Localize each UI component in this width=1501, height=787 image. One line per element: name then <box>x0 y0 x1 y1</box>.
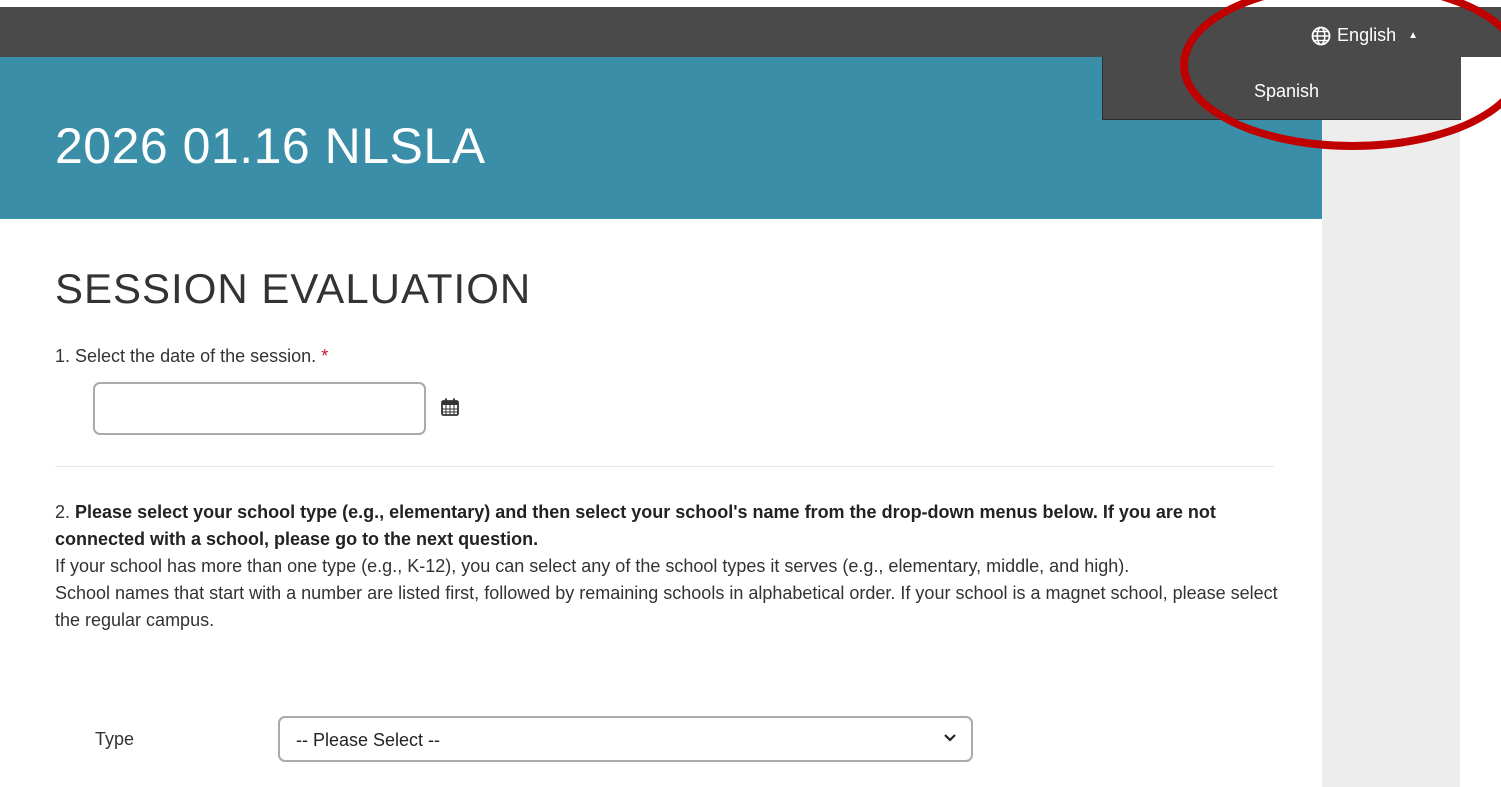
question-2-block: 2. Please select your school type (e.g.,… <box>55 499 1295 634</box>
session-date-input[interactable] <box>93 382 426 435</box>
right-gutter <box>1322 119 1460 787</box>
form-content: SESSION EVALUATION 1. Select the date of… <box>0 219 1322 787</box>
question-1-text: 1. Select the date of the session. <box>55 346 317 366</box>
language-toggle[interactable]: English ▲ <box>1311 25 1418 46</box>
section-divider <box>55 466 1274 467</box>
calendar-icon[interactable] <box>440 397 460 417</box>
question-2-prompt: 2. Please select your school type (e.g.,… <box>55 499 1295 553</box>
question-2-help-line-1: If your school has more than one type (e… <box>55 556 1130 576</box>
question-1-label: 1. Select the date of the session. * <box>55 346 328 367</box>
language-current-label: English <box>1337 25 1397 45</box>
form-title: SESSION EVALUATION <box>55 265 532 312</box>
school-type-select[interactable]: -- Please Select -- <box>278 716 973 762</box>
language-dropdown-menu: Spanish <box>1102 57 1461 120</box>
required-marker: * <box>321 346 329 366</box>
type-label: Type <box>95 729 135 749</box>
language-option-spanish[interactable]: Spanish <box>1254 81 1319 102</box>
question-2-bold-text: Please select your school type (e.g., el… <box>55 502 1216 549</box>
question-2-help-line-2: School names that start with a number ar… <box>55 583 1278 630</box>
question-2-number: 2. <box>55 502 71 522</box>
site-title: 2026 01.16 NLSLA <box>55 118 486 174</box>
caret-up-icon: ▲ <box>1408 30 1418 41</box>
school-type-selected-value: -- Please Select -- <box>296 730 441 750</box>
chevron-down-icon <box>944 734 956 742</box>
top-bar: English ▲ <box>0 7 1501 57</box>
globe-icon <box>1311 26 1331 45</box>
